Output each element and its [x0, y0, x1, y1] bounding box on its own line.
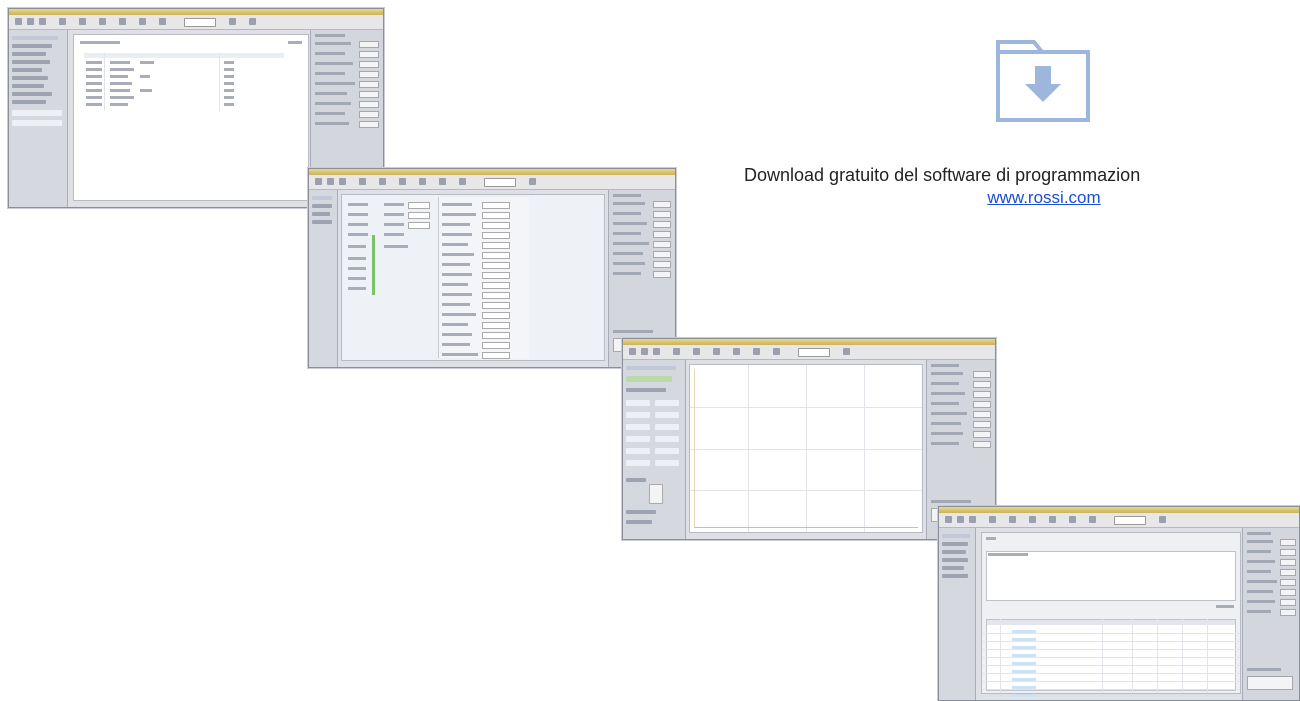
main-panel	[73, 34, 309, 201]
sidebar	[623, 360, 686, 539]
toolbar	[939, 513, 1299, 528]
download-text: Download gratuito del software di progra…	[744, 165, 1141, 185]
toolbar	[9, 15, 383, 30]
sidebar	[309, 190, 338, 367]
main-panel	[689, 364, 923, 533]
screenshot-window-2	[308, 168, 676, 368]
toolbar	[309, 175, 675, 190]
main-panel	[341, 194, 605, 361]
download-link[interactable]: www.rossi.com	[944, 188, 1144, 208]
sidebar	[9, 30, 68, 207]
folder-download-icon[interactable]	[994, 40, 1092, 122]
toolbar	[623, 345, 995, 360]
sidebar	[939, 528, 976, 700]
download-text-container: Download gratuito del software di progra…	[740, 160, 1300, 190]
screenshot-window-4	[938, 506, 1300, 701]
main-panel	[981, 532, 1241, 698]
properties-panel	[1242, 528, 1299, 700]
